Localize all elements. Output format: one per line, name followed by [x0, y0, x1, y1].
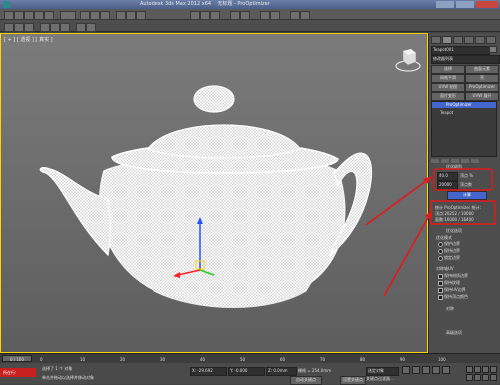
timeline-tick: 90: [400, 357, 406, 362]
timeline-tick: 20: [120, 357, 126, 362]
key-filters-button[interactable]: 关键点过滤器...: [366, 376, 394, 381]
zoom-extents-icon[interactable]: [482, 366, 489, 373]
timeline-tick: 70: [320, 357, 326, 362]
y-coordinate[interactable]: Y: -0.000: [228, 367, 265, 376]
maxscript-listener[interactable]: 所在行:: [0, 368, 36, 377]
zoom-icon[interactable]: [466, 366, 473, 373]
timeline-tick: 40: [200, 357, 206, 362]
key-filter-dropdown[interactable]: 选定对象: [366, 367, 399, 376]
prompt-status: 单击并拖动以选择并移动对象: [42, 375, 94, 380]
orbit-icon[interactable]: [482, 374, 489, 381]
zoom-extents-all-icon[interactable]: [490, 366, 497, 373]
play-icon[interactable]: [422, 366, 430, 374]
zoom-all-icon[interactable]: [474, 366, 481, 373]
z-coordinate[interactable]: Z: 0.0mm: [266, 367, 297, 376]
maximize-viewport-icon[interactable]: [490, 374, 497, 381]
viewport-navigation: [466, 366, 498, 382]
timeline[interactable]: 0 / 100 0 10 20 30 40 50 60 70 80 90 100: [0, 353, 500, 363]
time-slider[interactable]: 0 / 100: [2, 355, 32, 362]
timeline-tick: 30: [160, 357, 166, 362]
timeline-tick: 10: [80, 357, 86, 362]
annotation-overlay: [365, 168, 496, 297]
go-to-end-icon[interactable]: [442, 366, 450, 374]
timeline-tick: 50: [240, 357, 246, 362]
grid-size: 栅格 = 254.0mm: [298, 368, 332, 373]
timeline-tick: 0: [40, 357, 43, 362]
field-of-view-icon[interactable]: [466, 374, 473, 381]
timeline-tick: 80: [360, 357, 366, 362]
selection-status: 选择了 1 个 对象: [42, 366, 73, 371]
playback-controls: [402, 366, 462, 374]
timeline-tick: 60: [280, 357, 286, 362]
previous-frame-icon[interactable]: [412, 366, 420, 374]
x-coordinate[interactable]: X: -29.692: [190, 367, 227, 376]
timeline-tick: 100: [438, 357, 446, 362]
go-to-start-icon[interactable]: [402, 366, 410, 374]
next-frame-icon[interactable]: [432, 366, 440, 374]
pan-icon[interactable]: [474, 374, 481, 381]
